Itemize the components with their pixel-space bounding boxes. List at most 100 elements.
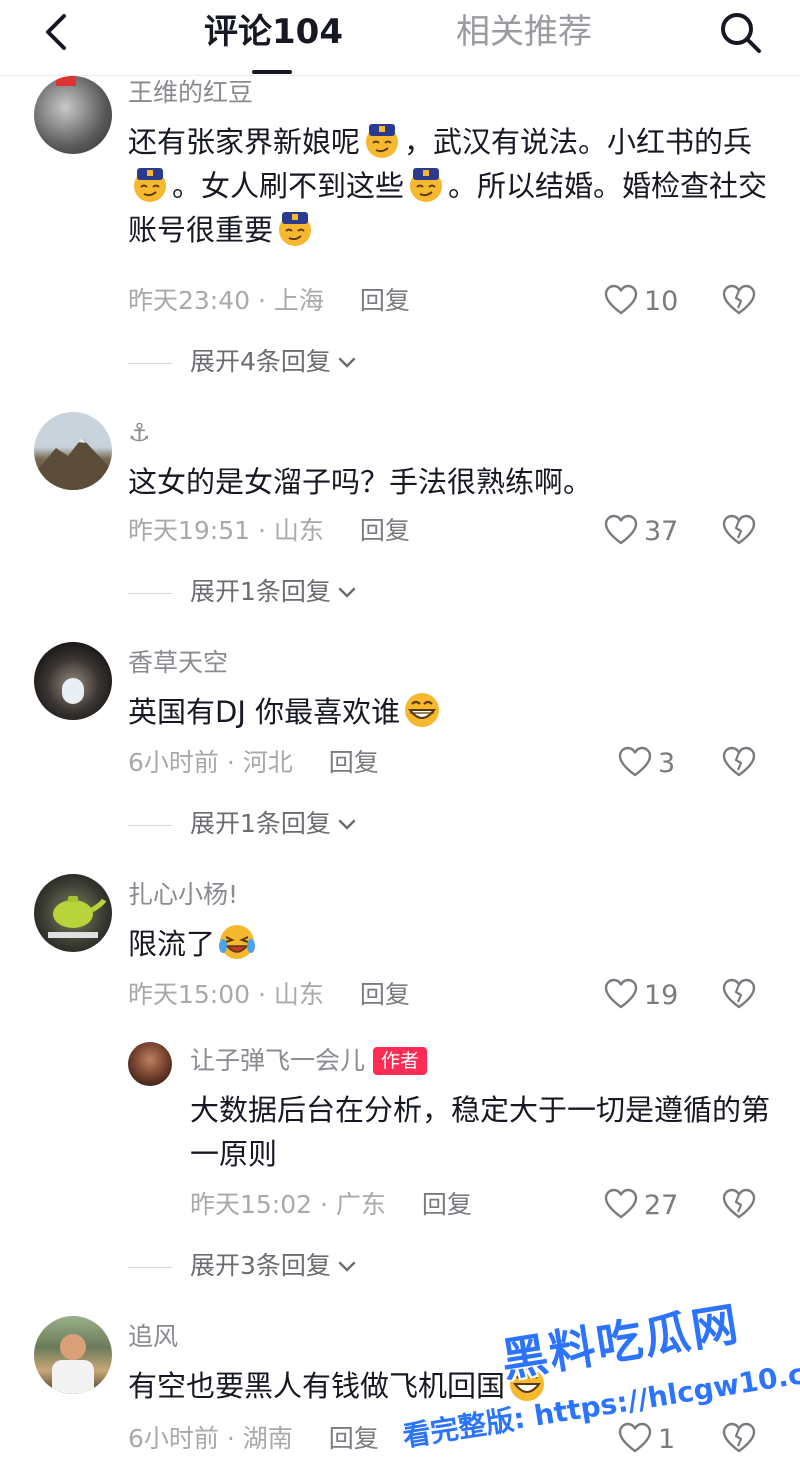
comment-text-part: 。女人刷不到这些 [172, 169, 405, 203]
meta-separator: · [250, 980, 274, 1009]
comment-location: 山东 [273, 516, 324, 545]
expand-replies-button[interactable]: 展开3条回复 [128, 1251, 357, 1281]
active-tab-indicator [252, 70, 292, 74]
broken-heart-icon[interactable] [722, 746, 756, 778]
like-count: 3 [658, 748, 676, 779]
comment-username[interactable]: 追风 [128, 1322, 178, 1352]
expand-label: 展开4条回复 [190, 347, 331, 376]
reply-button[interactable]: 回复 [360, 980, 410, 1009]
reply-button[interactable]: 回复 [422, 1190, 472, 1219]
tab-comments[interactable]: 评论104 [204, 12, 343, 52]
expand-label: 展开1条回复 [190, 577, 331, 606]
like-button[interactable]: 27 [604, 1188, 714, 1224]
like-count: 10 [644, 286, 679, 317]
like-count: 27 [644, 1190, 679, 1221]
emoji-grin-icon [405, 693, 440, 727]
like-button[interactable]: 37 [604, 514, 714, 550]
avatar-detail [56, 76, 76, 86]
comment-location: 上海 [273, 286, 324, 315]
like-button[interactable]: 3 [618, 746, 728, 782]
mountain-image [34, 438, 112, 490]
reply-avatar[interactable] [128, 1042, 172, 1086]
comment-text-part: 限流了 [128, 927, 216, 961]
broken-heart-icon[interactable] [722, 284, 756, 316]
reply-button[interactable]: 回复 [360, 516, 410, 545]
broken-heart-icon[interactable] [722, 514, 756, 546]
divider [128, 592, 172, 594]
heart-icon [604, 978, 638, 1009]
chevron-down-icon [338, 587, 356, 598]
comment-item: 王维的红豆 还有张家界新娘呢 ，武汉有说法。小红书的兵。女人刷不到这些 。所以结婚。… [0, 76, 800, 386]
comment-time: 昨天15:00 [128, 980, 251, 1009]
broken-heart-icon[interactable] [722, 978, 756, 1010]
comment-item: ⚓ 这女的是女溜子吗？手法很熟练啊。 昨天19:51 · 山东 回复 37 展开1… [0, 412, 800, 612]
expand-replies-button[interactable]: 展开1条回复 [128, 577, 357, 607]
comment-text: 限流了 [128, 922, 768, 966]
comment-text: 还有张家界新娘呢 ，武汉有说法。小红书的兵。女人刷不到这些 。所以结婚。婚检查社交账… [128, 120, 768, 252]
like-button[interactable]: 10 [604, 284, 714, 320]
avatar[interactable] [34, 874, 112, 952]
comment-meta: 昨天19:51 · 山东 回复 [128, 516, 410, 546]
comment-meta: 6小时前 · 河北 回复 [128, 748, 379, 778]
comment-time: 6小时前 [128, 1424, 219, 1453]
like-count: 19 [644, 980, 679, 1011]
comment-text-part: 英国有DJ 你最喜欢谁 [128, 695, 401, 729]
comment-username[interactable]: 王维的红豆 [128, 78, 253, 108]
comment-item: 香草天空 英国有DJ 你最喜欢谁 6小时前 · 河北 回复 3 展开1条回复 [0, 642, 800, 842]
avatar[interactable] [34, 642, 112, 720]
comment-username[interactable]: 扎心小杨! [128, 880, 238, 910]
expand-replies-button[interactable]: 展开4条回复 [128, 347, 357, 377]
like-button[interactable]: 19 [604, 978, 714, 1014]
comment-text-part: 还有张家界新娘呢 [128, 125, 361, 159]
reply-button[interactable]: 回复 [329, 1424, 379, 1453]
tab-related-recommendations[interactable]: 相关推荐 [456, 12, 592, 52]
comment-meta: 昨天15:00 · 山东 回复 [128, 980, 410, 1010]
expand-label: 展开1条回复 [190, 809, 331, 838]
comment-time: 昨天23:40 [128, 286, 251, 315]
avatar[interactable] [34, 412, 112, 490]
reply-username[interactable]: 让子弹飞一会儿 作者 [190, 1046, 428, 1076]
heart-icon [604, 1188, 638, 1219]
like-count: 37 [644, 516, 679, 547]
reply-button[interactable]: 回复 [360, 286, 410, 315]
broken-heart-icon[interactable] [722, 1188, 756, 1220]
back-button[interactable] [38, 12, 78, 52]
meta-separator: · [250, 286, 274, 315]
emoji-laugh-cry-icon [219, 925, 256, 959]
chevron-down-icon [338, 819, 356, 830]
reply-meta: 昨天15:02 · 广东 回复 [190, 1190, 472, 1220]
comment-username[interactable]: 香草天空 [128, 648, 228, 678]
comment-text: 英国有DJ 你最喜欢谁 [128, 690, 768, 734]
comment-meta: 昨天23:40 · 上海 回复 [128, 286, 410, 316]
chevron-down-icon [338, 1261, 356, 1272]
reply-button[interactable]: 回复 [329, 748, 379, 777]
expand-replies-button[interactable]: 展开1条回复 [128, 809, 357, 839]
comment-location: 山东 [273, 980, 324, 1009]
heart-icon [618, 746, 652, 777]
watermark-overlay: 黑料吃瓜网 看完整版: https://hlcgw10.com [400, 1296, 800, 1458]
comment-item: 扎心小杨! 限流了 昨天15:00 · 山东 回复 19 让子弹飞一会儿 作者 大数… [0, 874, 800, 1284]
heart-icon [604, 514, 638, 545]
author-badge: 作者 [373, 1047, 428, 1075]
avatar-detail [52, 1360, 94, 1394]
reply-username-text: 让子弹飞一会儿 [190, 1046, 366, 1075]
reply-text: 大数据后台在分析，稳定大于一切是遵循的第一原则 [190, 1093, 771, 1171]
emoji-smirk-icon [279, 212, 312, 246]
comment-username[interactable]: ⚓ [128, 418, 150, 448]
reply-time: 昨天15:02 [190, 1190, 313, 1219]
meta-separator: · [218, 748, 243, 777]
emoji-smirk-icon [366, 124, 399, 158]
avatar-detail [62, 678, 84, 704]
comment-time: 6小时前 [128, 748, 219, 777]
avatar-detail [60, 1334, 86, 1360]
meta-separator: · [250, 516, 274, 545]
meta-separator: · [312, 1190, 336, 1219]
avatar[interactable] [34, 76, 112, 154]
comment-location: 湖南 [242, 1424, 293, 1453]
avatar[interactable] [34, 1316, 112, 1394]
search-icon [721, 13, 761, 53]
comment-text: 这女的是女溜子吗？手法很熟练啊。 [128, 465, 593, 499]
back-arrow-icon [46, 14, 66, 50]
search-button[interactable] [716, 8, 764, 56]
expand-label: 展开3条回复 [190, 1251, 331, 1280]
